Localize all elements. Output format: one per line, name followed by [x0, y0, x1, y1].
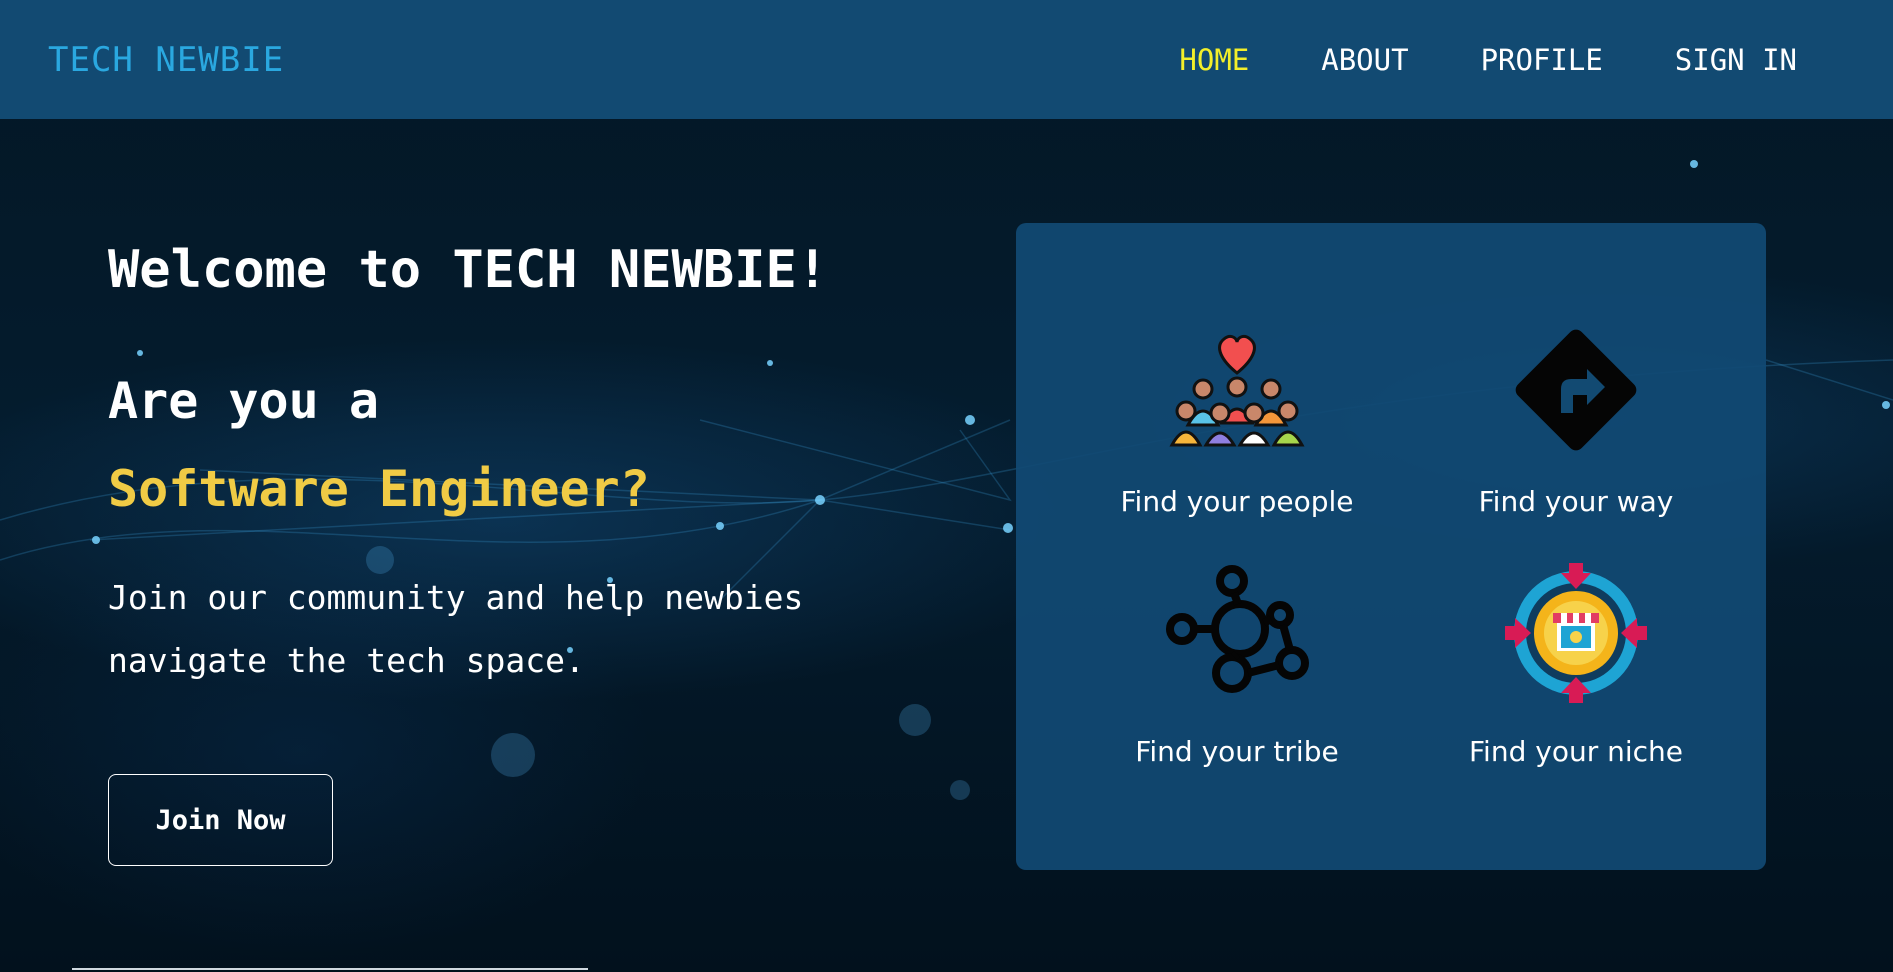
feature-find-niche[interactable]: Find your niche	[1406, 563, 1746, 768]
target-shop-icon	[1505, 563, 1647, 703]
welcome-heading: Welcome to TECH NEWBIE!	[108, 240, 829, 300]
feature-find-people[interactable]: Find your people	[1067, 315, 1407, 518]
feature-label: Find your way	[1478, 485, 1674, 518]
feature-label: Find your niche	[1468, 735, 1684, 768]
feature-label: Find your tribe	[1135, 735, 1339, 768]
hero-section: Welcome to TECH NEWBIE! Are you a Softwa…	[108, 240, 908, 866]
question-text: Are you a	[108, 372, 379, 430]
people-heart-icon	[1169, 334, 1305, 447]
scroll-indicator	[72, 968, 588, 970]
join-now-button[interactable]: Join Now	[108, 774, 333, 866]
feature-label: Find your people	[1120, 485, 1354, 518]
network-nodes-icon	[1166, 565, 1309, 693]
nav-home-link[interactable]: HOME	[1179, 43, 1249, 77]
role-text: Software Engineer?	[108, 460, 650, 518]
direction-sign-icon	[1515, 329, 1637, 451]
top-navbar: TECH NEWBIE HOME ABOUT PROFILE SIGN IN	[0, 0, 1893, 119]
nav-signin-link[interactable]: SIGN IN	[1675, 43, 1797, 77]
features-card: Find your people Find your way Find your…	[1016, 223, 1766, 870]
feature-find-way[interactable]: Find your way	[1406, 315, 1746, 518]
feature-find-tribe[interactable]: Find your tribe	[1067, 563, 1407, 768]
brand-logo[interactable]: TECH NEWBIE	[48, 40, 284, 80]
nav-about-link[interactable]: ABOUT	[1321, 43, 1408, 77]
hero-description: Join our community and help newbies navi…	[108, 578, 804, 680]
nav-profile-link[interactable]: PROFILE	[1481, 43, 1603, 77]
nav-links: HOME ABOUT PROFILE SIGN IN	[1179, 43, 1797, 77]
